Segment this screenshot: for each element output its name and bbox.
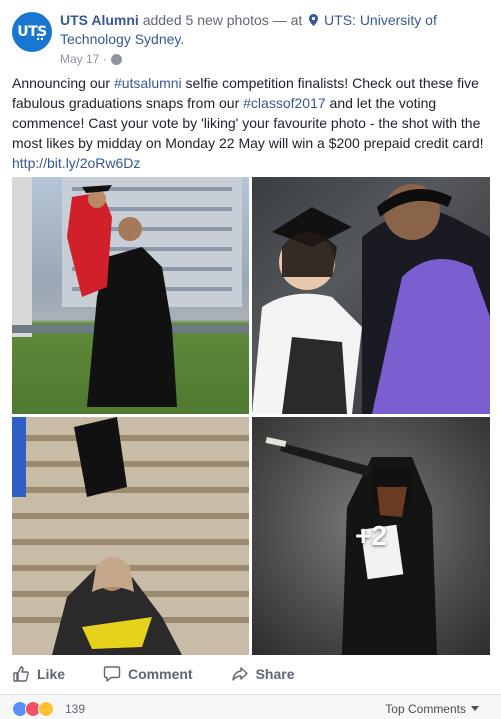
more-photos-count[interactable]: +2	[252, 417, 490, 655]
location-pin-icon	[309, 14, 319, 26]
share-button[interactable]: Share	[231, 665, 295, 683]
reaction-count[interactable]: 139	[65, 702, 85, 716]
globe-icon	[110, 53, 122, 65]
hashtag-utsalumni[interactable]: #utsalumni	[114, 75, 182, 91]
page-avatar[interactable]: UTS	[12, 12, 52, 52]
post-date[interactable]: May 17 ·	[60, 52, 107, 66]
photo-graduate-with-toddler[interactable]	[252, 177, 490, 414]
like-label: Like	[37, 666, 66, 682]
post-action-text: added 5 new photos — at	[142, 12, 303, 28]
wow-reaction-icon	[38, 701, 54, 717]
post-actions: Like Comment Share	[12, 658, 490, 690]
page-name-link[interactable]: UTS Alumni	[60, 12, 139, 28]
comment-button[interactable]: Comment	[103, 665, 193, 683]
comment-icon	[103, 666, 121, 682]
reaction-icons[interactable]	[12, 701, 54, 717]
thumbs-up-icon	[13, 666, 29, 682]
post-link[interactable]: http://bit.ly/2oRw6Dz	[12, 155, 140, 171]
top-comments-dropdown[interactable]: Top Comments	[385, 702, 479, 716]
top-comments-label: Top Comments	[385, 702, 466, 716]
post-title: UTS Alumni added 5 new photos — at UTS: …	[60, 11, 490, 49]
photo-graduate-carrying-child[interactable]	[12, 177, 249, 414]
share-label: Share	[255, 666, 295, 682]
post-header: UTS UTS Alumni added 5 new photos — at U…	[12, 8, 492, 68]
photo-grid: +2	[12, 177, 490, 655]
hashtag-classof2017[interactable]: #classof2017	[243, 95, 326, 111]
post-footer: 139 Top Comments	[0, 694, 501, 719]
caret-down-icon	[471, 706, 479, 711]
comment-label: Comment	[128, 666, 193, 682]
photo-graduate-throwing-cap[interactable]	[12, 417, 249, 655]
share-icon	[231, 667, 248, 681]
post-meta: May 17 ·	[60, 52, 122, 66]
post-body-text: Announcing our #utsalumni selfie competi…	[12, 73, 490, 173]
text-part: Announcing our	[12, 75, 114, 91]
photo-graduate-holding-certificate[interactable]: +2	[252, 417, 490, 655]
facebook-post: UTS UTS Alumni added 5 new photos — at U…	[0, 0, 501, 719]
avatar-dots-icon	[36, 33, 44, 41]
like-button[interactable]: Like	[12, 665, 65, 683]
